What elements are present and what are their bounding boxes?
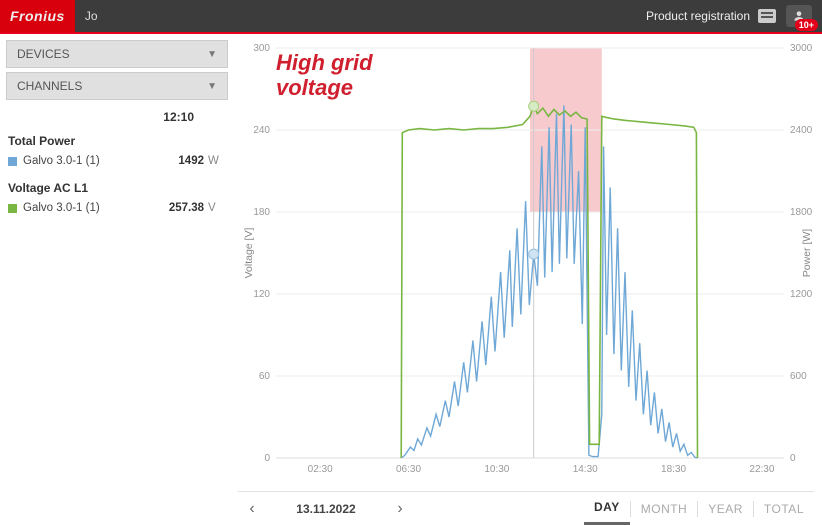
metric-unit: W (208, 155, 226, 167)
cursor-marker-voltage (529, 101, 539, 111)
y-left-tick: 300 (253, 43, 270, 54)
series-name: Galvo 3.0-1 (1) (23, 155, 158, 167)
range-tabs: DAYMONTHYEARTOTAL (584, 492, 814, 525)
metric-block-voltage: Voltage AC L1 Galvo 3.0-1 (1) 257.38 V (6, 177, 228, 224)
metric-unit: V (208, 202, 226, 214)
series-swatch-icon (8, 157, 17, 166)
x-tick: 22:30 (749, 464, 774, 475)
y-right-tick: 3000 (790, 43, 813, 54)
devices-accordion[interactable]: DEVICES ▼ (6, 40, 228, 68)
range-tab-day[interactable]: DAY (584, 492, 630, 525)
y-right-tick: 1800 (790, 207, 813, 218)
y-right-tick: 2400 (790, 125, 813, 136)
chevron-down-icon: ▼ (207, 49, 217, 60)
metric-value: 257.38 (158, 202, 204, 214)
cursor-time: 12:10 (6, 104, 228, 130)
channels-label: CHANNELS (17, 79, 82, 93)
product-registration-link[interactable]: Product registration (646, 9, 776, 23)
x-tick: 06:30 (396, 464, 421, 475)
metric-row: Galvo 3.0-1 (1) 257.38 V (6, 199, 228, 224)
notification-badge: 10+ (795, 19, 818, 31)
devices-label: DEVICES (17, 47, 70, 61)
y-left-tick: 0 (264, 453, 270, 464)
date-bar: ‹ 13.11.2022 › DAYMONTHYEARTOTAL (238, 491, 814, 525)
metric-title: Voltage AC L1 (6, 177, 228, 199)
top-bar: Fronius Jo Product registration 10+ (0, 0, 822, 34)
product-registration-label: Product registration (646, 9, 750, 23)
x-tick: 18:30 (661, 464, 686, 475)
series-power (401, 105, 697, 458)
range-tab-month[interactable]: MONTH (631, 492, 698, 525)
metric-block-power: Total Power Galvo 3.0-1 (1) 1492 W (6, 130, 228, 177)
y-right-label: Power [W] (801, 229, 813, 278)
metric-title: Total Power (6, 130, 228, 152)
y-right-tick: 1200 (790, 289, 813, 300)
y-left-tick: 240 (253, 125, 270, 136)
chart-canvas[interactable]: 0601201802403000600120018002400300002:30… (238, 40, 814, 486)
cursor-marker-power (529, 249, 539, 259)
prev-day-button[interactable]: ‹ (238, 500, 266, 518)
y-left-tick: 180 (253, 207, 270, 218)
metric-row: Galvo 3.0-1 (1) 1492 W (6, 152, 228, 177)
series-name: Galvo 3.0-1 (1) (23, 202, 158, 214)
metric-value: 1492 (158, 155, 204, 167)
channels-accordion[interactable]: CHANNELS ▼ (6, 72, 228, 100)
range-tab-year[interactable]: YEAR (698, 492, 753, 525)
current-date[interactable]: 13.11.2022 (266, 502, 386, 516)
y-right-tick: 0 (790, 453, 796, 464)
x-tick: 14:30 (573, 464, 598, 475)
y-right-tick: 600 (790, 371, 807, 382)
form-icon (758, 9, 776, 23)
x-tick: 10:30 (484, 464, 509, 475)
account-button[interactable]: 10+ (786, 5, 812, 27)
x-tick: 02:30 (308, 464, 333, 475)
next-day-button[interactable]: › (386, 500, 414, 518)
sidebar: DEVICES ▼ CHANNELS ▼ 12:10 Total Power G… (0, 34, 234, 525)
range-tab-total[interactable]: TOTAL (754, 492, 814, 525)
user-name: Jo (85, 9, 98, 23)
chart-panel: High gridvoltage 06012018024030006001200… (234, 34, 822, 525)
y-left-tick: 120 (253, 289, 270, 300)
brand-logo[interactable]: Fronius (0, 0, 75, 32)
series-swatch-icon (8, 204, 17, 213)
y-left-tick: 60 (259, 371, 271, 382)
y-left-label: Voltage [V] (243, 228, 255, 279)
chevron-down-icon: ▼ (207, 81, 217, 92)
